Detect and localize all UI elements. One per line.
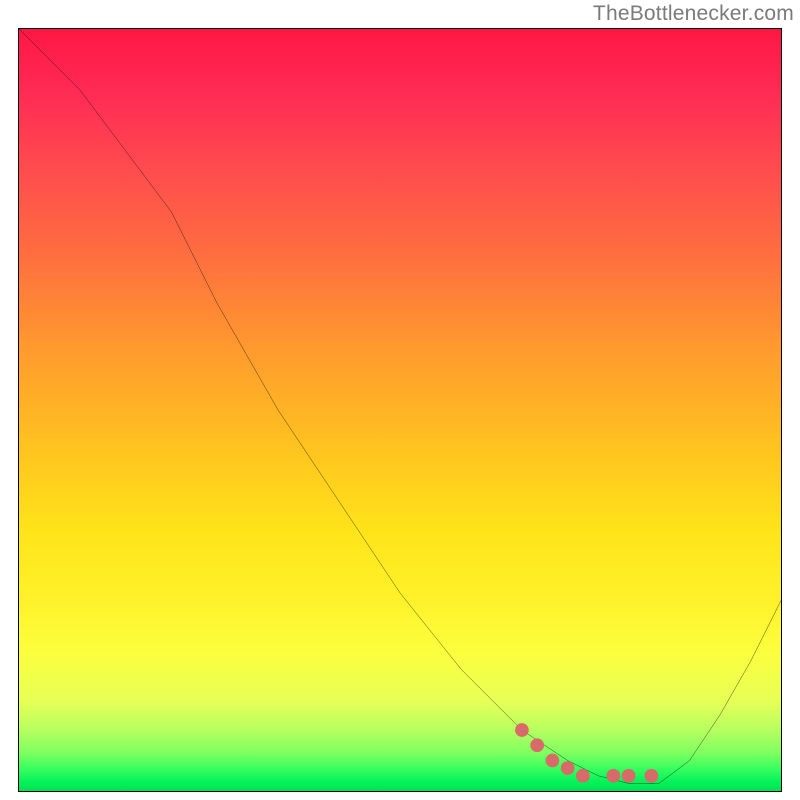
marker-dot bbox=[645, 769, 659, 783]
marker-dot bbox=[622, 769, 636, 783]
marker-dot bbox=[530, 738, 544, 752]
chart-container: TheBottlenecker.com bbox=[0, 0, 800, 800]
marker-dot bbox=[515, 723, 529, 737]
min-region-markers bbox=[19, 29, 781, 791]
chart-plot-area bbox=[18, 28, 782, 792]
marker-dot bbox=[546, 754, 560, 768]
marker-dot bbox=[561, 761, 575, 775]
marker-dot bbox=[576, 769, 590, 783]
attribution-text: TheBottlenecker.com bbox=[593, 2, 794, 26]
marker-dot bbox=[607, 769, 621, 783]
